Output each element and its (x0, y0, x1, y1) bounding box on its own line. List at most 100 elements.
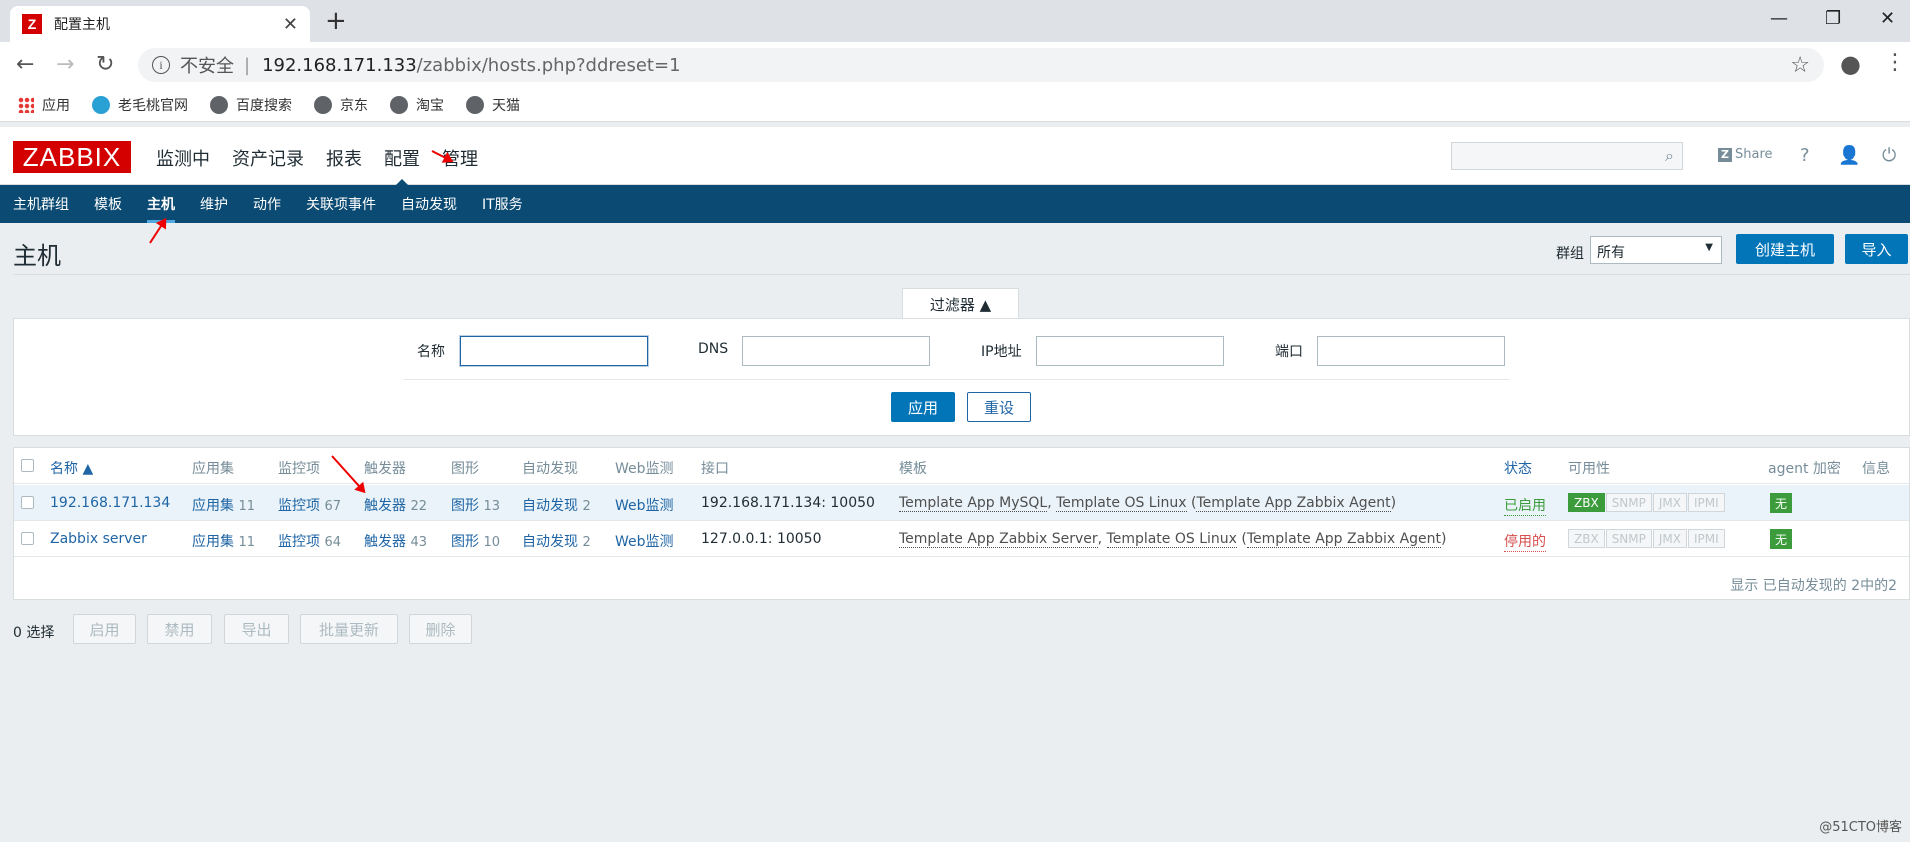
filter-tab[interactable]: 过滤器 ▲ (902, 288, 1019, 320)
template-link[interactable]: Template App Zabbix Agent (1196, 495, 1391, 512)
triggers-link[interactable]: 触发器 (364, 498, 406, 514)
delete-button[interactable]: 删除 (409, 614, 472, 644)
menu-monitoring[interactable]: 监测中 (156, 145, 210, 171)
menu-reports[interactable]: 报表 (326, 145, 362, 171)
zbx-badge: ZBX (1568, 493, 1605, 512)
bookmark-laomaotao[interactable]: 老毛桃官网 (92, 95, 188, 115)
menu-inventory[interactable]: 资产记录 (232, 145, 304, 171)
discovery-link[interactable]: 自动发现 (522, 498, 578, 514)
share-link[interactable]: Z Share (1718, 147, 1773, 162)
import-button[interactable]: 导入 (1845, 234, 1908, 264)
web-link[interactable]: Web监测 (615, 495, 674, 515)
url-path: /zabbix/hosts.php?ddreset=1 (416, 54, 681, 76)
template-link[interactable]: Template App Zabbix Server (899, 531, 1098, 548)
bookmark-tmall[interactable]: 天猫 (466, 95, 520, 115)
globe-icon (314, 95, 332, 114)
submenu-host-groups[interactable]: 主机群组 (13, 194, 69, 214)
header-name[interactable]: 名称 ▲ (50, 458, 93, 478)
create-host-button[interactable]: 创建主机 (1736, 234, 1834, 264)
bookmark-taobao[interactable]: 淘宝 (390, 95, 444, 115)
submenu-maintenance[interactable]: 维护 (200, 194, 228, 214)
templates-list: Template App Zabbix Server, Template OS … (899, 531, 1447, 548)
bookmark-apps[interactable]: 应用 (18, 95, 70, 115)
filter-dns-input[interactable] (742, 336, 930, 366)
site-icon (92, 95, 110, 114)
bookmark-baidu[interactable]: 百度搜索 (210, 95, 292, 115)
enable-button[interactable]: 启用 (73, 614, 136, 644)
maximize-icon[interactable]: ❐ (1825, 8, 1841, 29)
template-link[interactable]: Template OS Linux (1056, 495, 1187, 512)
menu-configuration[interactable]: 配置 (384, 145, 420, 188)
status-enabled[interactable]: 已启用 (1504, 495, 1546, 516)
ipmi-badge: IPMI (1688, 529, 1725, 548)
row-checkbox[interactable] (21, 496, 34, 509)
reset-button[interactable]: 重设 (967, 392, 1031, 422)
bookmark-jd[interactable]: 京东 (314, 95, 368, 115)
mass-update-button[interactable]: 批量更新 (300, 614, 398, 644)
user-profile-icon[interactable]: 👤 (1838, 145, 1860, 166)
browser-menu-icon[interactable]: ⋮ (1884, 50, 1906, 75)
filter-ip-input[interactable] (1036, 336, 1224, 366)
window-close-icon[interactable]: ✕ (1880, 8, 1895, 29)
account-icon[interactable]: ● (1840, 50, 1861, 78)
export-button[interactable]: 导出 (224, 614, 289, 644)
apps-link[interactable]: 应用集 (192, 498, 234, 514)
global-search-input[interactable]: ⌕ (1451, 142, 1683, 170)
submenu-templates[interactable]: 模板 (94, 194, 122, 214)
select-all-checkbox[interactable] (21, 459, 34, 472)
minimize-icon[interactable]: — (1770, 8, 1788, 29)
graphs-link[interactable]: 图形 (451, 498, 479, 514)
submenu-discovery[interactable]: 自动发现 (401, 194, 457, 214)
header-divider (13, 274, 1910, 275)
submenu-it-services[interactable]: IT服务 (482, 194, 523, 214)
triggers-link[interactable]: 触发器 (364, 534, 406, 550)
apply-button[interactable]: 应用 (891, 392, 955, 422)
header-interface: 接口 (701, 461, 729, 477)
submenu-actions[interactable]: 动作 (253, 194, 281, 214)
template-link[interactable]: Template OS Linux (1106, 531, 1237, 548)
help-icon[interactable]: ? (1800, 145, 1810, 166)
hosts-table: 名称 ▲ 应用集 监控项 触发器 图形 自动发现 Web监测 接口 模板 状态 … (13, 447, 1910, 600)
logout-icon[interactable]: ⏻ (1882, 145, 1896, 166)
zabbix-logo[interactable]: ZABBIX (13, 141, 131, 173)
group-select[interactable]: 所有 ▼ (1590, 236, 1722, 264)
items-link[interactable]: 监控项 (278, 534, 320, 550)
filter-name-input[interactable] (460, 336, 648, 366)
close-tab-icon[interactable]: ✕ (283, 14, 298, 35)
url-input[interactable]: i 不安全 | 192.168.171.133 /zabbix/hosts.ph… (138, 48, 1824, 82)
bookmark-star-icon[interactable]: ☆ (1790, 53, 1810, 78)
search-icon[interactable]: ⌕ (1665, 146, 1674, 166)
template-link[interactable]: Template App Zabbix Agent (1246, 531, 1442, 548)
discovery-link[interactable]: 自动发现 (522, 534, 578, 550)
browser-tab[interactable]: Z 配置主机 ✕ (10, 6, 310, 42)
template-link[interactable]: Template App MySQL (899, 495, 1048, 512)
address-bar: ← → ↻ i 不安全 | 192.168.171.133 /zabbix/ho… (0, 42, 1910, 88)
zabbix-favicon-icon: Z (22, 14, 42, 34)
encryption-badge: 无 (1770, 529, 1793, 549)
bookmarks-bar: 应用 老毛桃官网 百度搜索 京东 淘宝 天猫 (0, 88, 1910, 122)
submenu-correlation[interactable]: 关联项事件 (306, 194, 376, 214)
header-status[interactable]: 状态 (1504, 458, 1532, 478)
filter-port-input[interactable] (1317, 336, 1505, 366)
filter-panel: 名称 DNS IP地址 端口 应用 重设 (13, 318, 1910, 436)
reload-icon[interactable]: ↻ (96, 52, 114, 77)
encryption-badge: 无 (1770, 493, 1793, 513)
items-link[interactable]: 监控项 (278, 498, 320, 514)
host-name-link[interactable]: 192.168.171.134 (50, 495, 170, 511)
host-name-link[interactable]: Zabbix server (50, 531, 147, 547)
graphs-link[interactable]: 图形 (451, 534, 479, 550)
zabbix-share-icon: Z (1718, 147, 1732, 162)
header-web: Web监测 (615, 461, 674, 477)
web-link[interactable]: Web监测 (615, 531, 674, 551)
disable-button[interactable]: 禁用 (147, 614, 212, 644)
info-icon[interactable]: i (152, 56, 170, 74)
apps-link[interactable]: 应用集 (192, 534, 234, 550)
row-checkbox[interactable] (21, 532, 34, 545)
new-tab-icon[interactable]: + (325, 6, 347, 36)
submenu-hosts[interactable]: 主机 (147, 194, 175, 223)
status-disabled[interactable]: 停用的 (1504, 531, 1546, 552)
table-footer-count: 显示 已自动发现的 2中的2 (1730, 578, 1897, 594)
forward-icon[interactable]: → (56, 52, 74, 77)
back-icon[interactable]: ← (16, 52, 34, 77)
filter-port-label: 端口 (1275, 344, 1303, 360)
